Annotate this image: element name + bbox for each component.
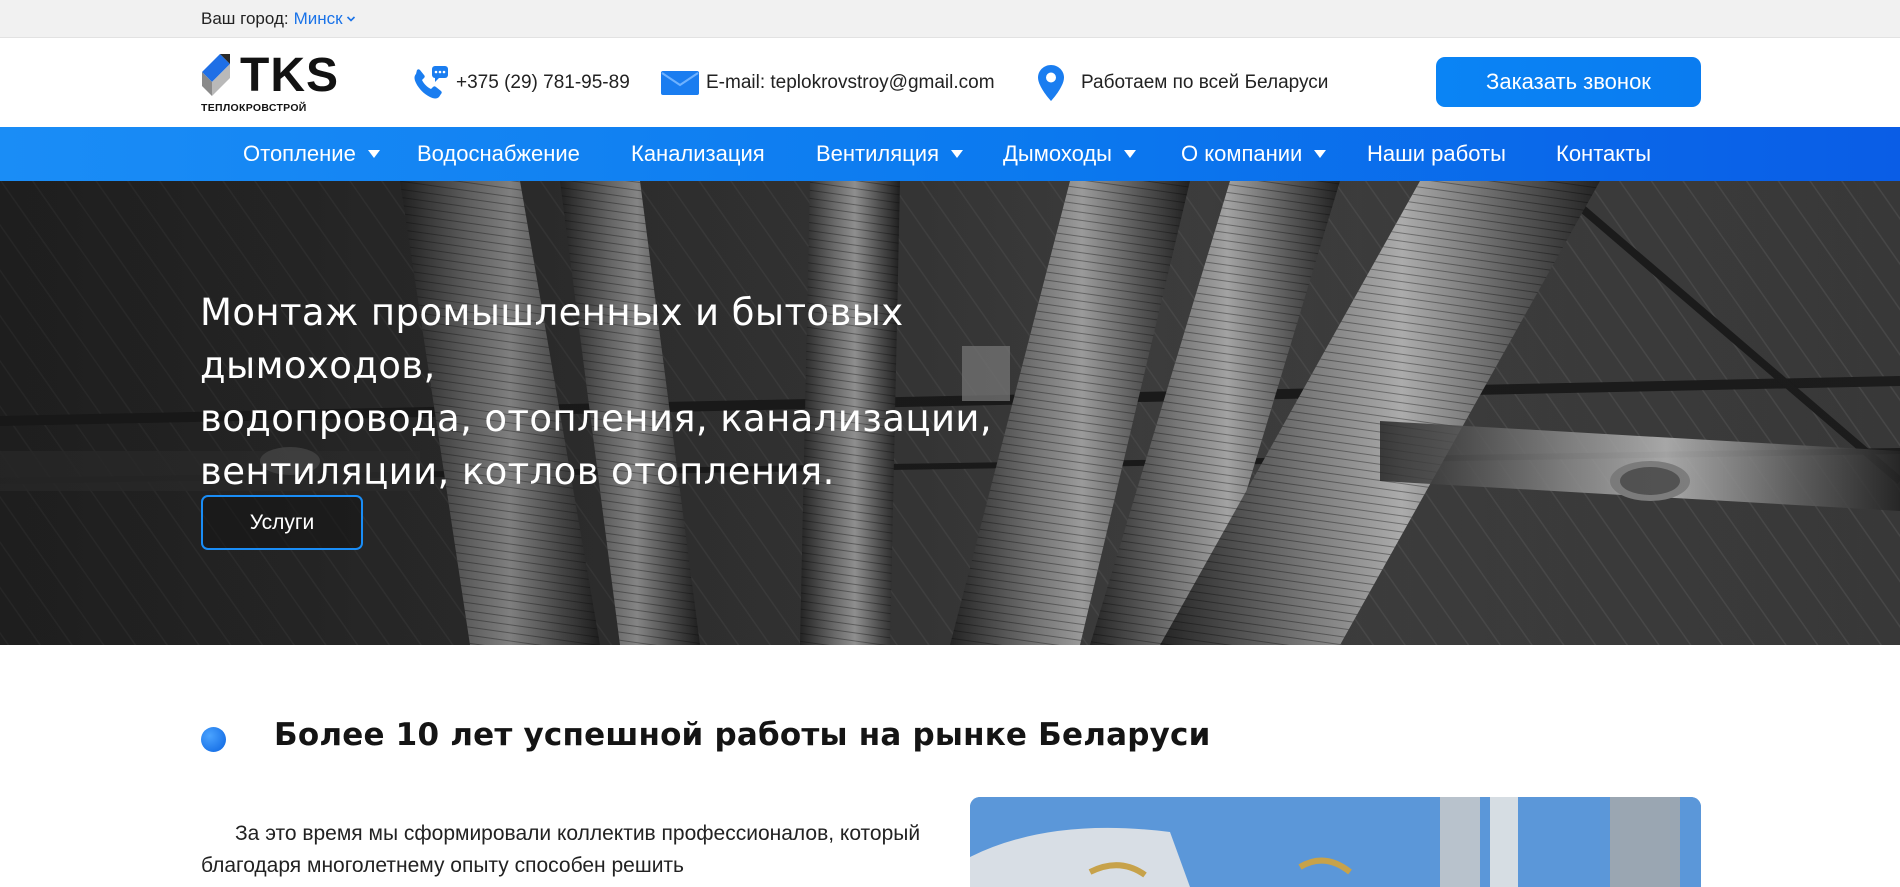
- city-label: Ваш город:: [201, 9, 289, 28]
- hero-title-line: вентиляции, котлов отопления.: [200, 450, 835, 493]
- about-photo-image: [970, 797, 1701, 887]
- caret-down-icon: [1123, 150, 1136, 158]
- nav-item-heating[interactable]: Отопление: [243, 127, 380, 181]
- nav-item-label[interactable]: Наши работы: [1367, 141, 1506, 167]
- caret-down-icon: [950, 150, 963, 158]
- city-bar: Ваш город: Минск: [0, 0, 1900, 38]
- nav-item-ventilation[interactable]: Вентиляция: [816, 127, 963, 181]
- logo-wordmark: TKS: [240, 49, 339, 102]
- services-button[interactable]: Услуги: [201, 495, 363, 550]
- about-section-title: Более 10 лет успешной работы на рынке Бе…: [274, 717, 1211, 753]
- nav-item-label[interactable]: О компании: [1181, 141, 1302, 167]
- nav-item-water-supply[interactable]: Водоснабжение: [417, 127, 580, 181]
- envelope-icon: [660, 69, 700, 97]
- city-name[interactable]: Минск: [294, 9, 343, 29]
- nav-item-label[interactable]: Водоснабжение: [417, 141, 580, 167]
- nav-item-sewerage[interactable]: Канализация: [631, 127, 765, 181]
- hero-banner: Монтаж промышленных и бытовых дымоходов,…: [0, 181, 1900, 645]
- chevron-down-icon: [346, 16, 355, 22]
- logo[interactable]: TKS ТЕПЛОКРОВСТРОЙ: [200, 50, 338, 116]
- city-dropdown[interactable]: Минск: [294, 9, 356, 29]
- nav-item-label[interactable]: Контакты: [1556, 141, 1651, 167]
- nav-item-label[interactable]: Дымоходы: [1003, 141, 1112, 167]
- site-header: TKS ТЕПЛОКРОВСТРОЙ +375 (29) 781-95-89 E…: [0, 38, 1900, 127]
- nav-item-our-works[interactable]: Наши работы: [1367, 127, 1506, 181]
- caret-down-icon: [1314, 150, 1327, 158]
- phone-chat-icon: [410, 64, 450, 102]
- logo-tagline: ТЕПЛОКРОВСТРОЙ: [201, 102, 307, 114]
- region-info: Работаем по всей Беларуси: [1037, 38, 1328, 127]
- about-photo: [970, 797, 1701, 887]
- email-address[interactable]: E-mail: teplokrovstroy@gmail.com: [706, 72, 995, 94]
- nav-item-label[interactable]: Отопление: [243, 141, 356, 167]
- map-pin-icon: [1037, 64, 1065, 102]
- hero-title-line: водопровода, отопления, канализации,: [200, 397, 993, 440]
- nav-item-chimneys[interactable]: Дымоходы: [1003, 127, 1136, 181]
- nav-item-about[interactable]: О компании: [1181, 127, 1327, 181]
- nav-item-contacts[interactable]: Контакты: [1556, 127, 1651, 181]
- logo-mark-icon: [202, 54, 230, 96]
- phone-number[interactable]: +375 (29) 781-95-89: [456, 72, 630, 94]
- city-selector: Ваш город: Минск: [201, 0, 356, 38]
- email-contact[interactable]: E-mail: teplokrovstroy@gmail.com: [660, 38, 995, 127]
- section-bullet-icon: [201, 727, 226, 752]
- caret-down-icon: [367, 150, 380, 158]
- order-call-button[interactable]: Заказать звонок: [1436, 57, 1701, 107]
- nav-item-label[interactable]: Вентиляция: [816, 141, 939, 167]
- phone-contact[interactable]: +375 (29) 781-95-89: [410, 38, 630, 127]
- region-text: Работаем по всей Беларуси: [1081, 71, 1329, 93]
- about-paragraph: За это время мы сформировали коллектив п…: [201, 822, 921, 877]
- hero-title: Монтаж промышленных и бытовых дымоходов,…: [200, 286, 1120, 498]
- nav-item-label[interactable]: Канализация: [631, 141, 765, 167]
- main-nav: Отопление Водоснабжение Канализация Вент…: [0, 127, 1900, 181]
- hero-title-line: Монтаж промышленных и бытовых дымоходов,: [200, 291, 904, 387]
